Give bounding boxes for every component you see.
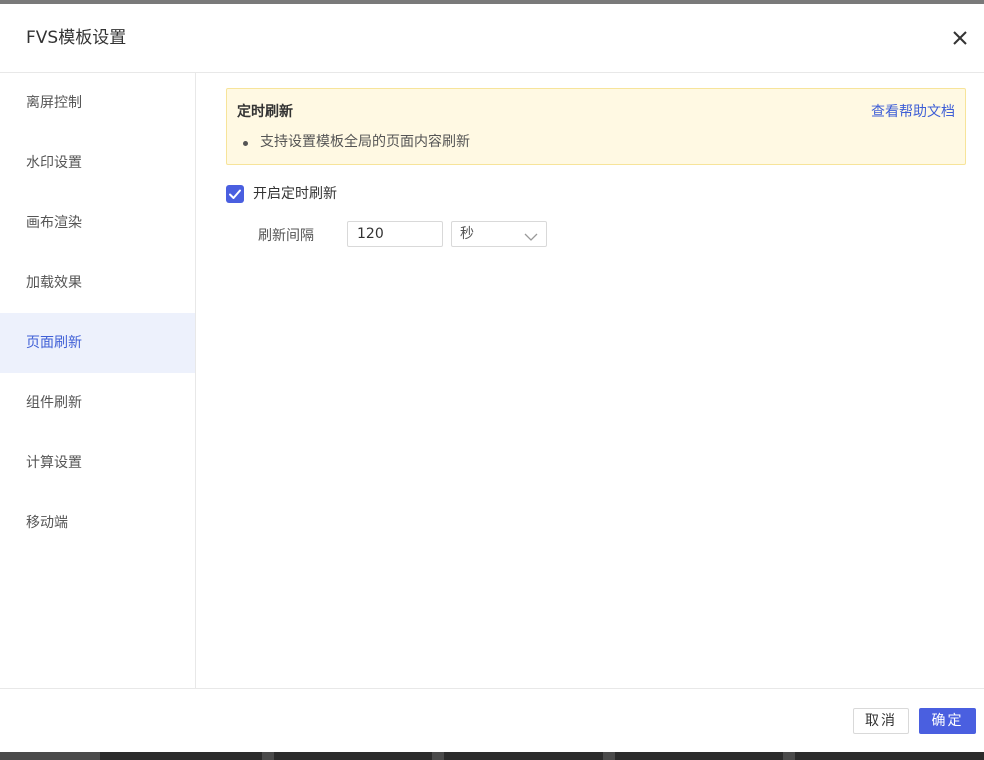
sidebar-item-label: 计算设置 (26, 455, 82, 471)
sidebar-item-component-refresh[interactable]: 组件刷新 (0, 373, 195, 433)
dialog-title: FVS模板设置 (26, 28, 127, 48)
settings-sidebar: 离屏控制 水印设置 画布渲染 加载效果 页面刷新 组件刷新 计算设置 移动端 (0, 73, 196, 688)
checkbox-label: 开启定时刷新 (253, 186, 337, 202)
backdrop-segment (432, 752, 444, 760)
help-doc-link[interactable]: 查看帮助文档 (871, 101, 955, 123)
sidebar-item-label: 页面刷新 (26, 335, 82, 351)
sidebar-item-page-refresh[interactable]: 页面刷新 (0, 313, 195, 373)
dialog-footer: 取消 确定 (0, 688, 984, 753)
dialog-header: FVS模板设置 (0, 4, 984, 73)
sidebar-item-loading-effect[interactable]: 加载效果 (0, 253, 195, 313)
backdrop-segment (262, 752, 274, 760)
interval-input[interactable] (347, 221, 443, 247)
chevron-down-icon (524, 228, 538, 241)
close-icon[interactable] (948, 26, 972, 50)
sidebar-item-label: 画布渲染 (26, 215, 82, 231)
sidebar-item-label: 离屏控制 (26, 95, 82, 111)
notice-title: 定时刷新 (237, 104, 293, 120)
sidebar-item-offscreen-control[interactable]: 离屏控制 (0, 73, 195, 133)
sidebar-item-canvas-render[interactable]: 画布渲染 (0, 193, 195, 253)
bullet-dot-icon (243, 141, 248, 146)
page-refresh-panel: 定时刷新 查看帮助文档 支持设置模板全局的页面内容刷新 开启定时刷新 刷新间隔 … (196, 73, 984, 688)
confirm-button[interactable]: 确定 (919, 708, 976, 734)
checkbox-checked-icon[interactable] (226, 185, 244, 203)
sidebar-item-watermark[interactable]: 水印设置 (0, 133, 195, 193)
unit-select-value: 秒 (460, 226, 474, 242)
notice-bullet-text: 支持设置模板全局的页面内容刷新 (260, 134, 470, 150)
interval-label: 刷新间隔 (258, 228, 314, 244)
backdrop-segment (603, 752, 615, 760)
sidebar-item-label: 组件刷新 (26, 395, 82, 411)
sidebar-item-label: 加载效果 (26, 275, 82, 291)
backdrop-segment (0, 752, 100, 760)
template-settings-dialog: FVS模板设置 离屏控制 水印设置 画布渲染 加载效果 页面刷新 组件刷新 计算… (0, 4, 984, 752)
cancel-button[interactable]: 取消 (853, 708, 909, 734)
sidebar-item-label: 移动端 (26, 515, 68, 531)
backdrop-segment (783, 752, 795, 760)
sidebar-item-calculation[interactable]: 计算设置 (0, 433, 195, 493)
sidebar-item-label: 水印设置 (26, 155, 82, 171)
info-notice: 定时刷新 查看帮助文档 支持设置模板全局的页面内容刷新 (226, 88, 966, 165)
sidebar-item-mobile[interactable]: 移动端 (0, 493, 195, 553)
backdrop-bottom-strip (0, 752, 984, 760)
unit-select[interactable]: 秒 (451, 221, 547, 247)
